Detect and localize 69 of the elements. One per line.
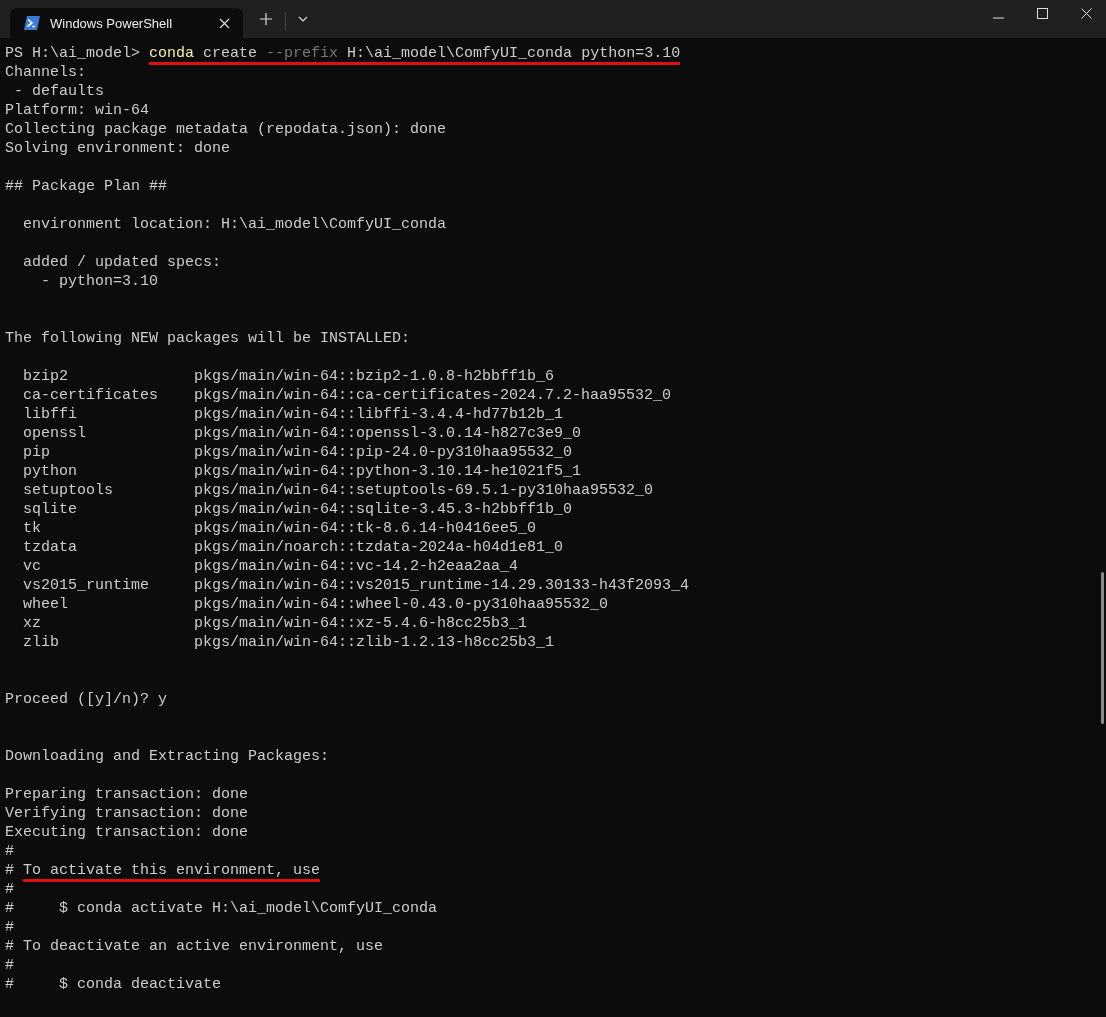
scrollbar-thumb[interactable] [1101, 572, 1104, 724]
terminal-tab[interactable]: Windows PowerShell [10, 8, 243, 38]
output-line: Platform: win-64 [5, 102, 150, 119]
package-name: vs2015_runtime [23, 576, 151, 595]
package-spec: pkgs/main/win-64::zlib-1.2.13-h8cc25b3_1 [194, 634, 555, 651]
package-spec: pkgs/main/win-64::tk-8.6.14-h0416ee5_0 [194, 520, 537, 537]
output-line: Proceed ([y]/n)? y [5, 691, 168, 708]
package-spec: pkgs/main/win-64::libffi-3.4.4-hd77b12b_1 [194, 406, 564, 423]
close-icon[interactable] [219, 17, 230, 29]
package-name: wheel [23, 595, 69, 614]
output-line: # $ conda deactivate [5, 976, 222, 993]
package-spec: pkgs/main/win-64::wheel-0.43.0-py310haa95532_0 [194, 596, 609, 613]
close-icon[interactable] [1081, 8, 1092, 19]
command-name: conda [149, 45, 195, 62]
output-line: added / updated specs: [22, 254, 222, 271]
package-name: sqlite [23, 500, 78, 519]
output-line: # [5, 919, 14, 936]
package-spec: pkgs/main/win-64::vs2015_runtime-14.29.30133-h43f2093_4 [194, 577, 690, 594]
output-line: # [5, 957, 14, 974]
output-line: Downloading and Extracting Packages: [5, 748, 330, 765]
package-name: python [23, 462, 78, 481]
output-line: # [5, 843, 14, 860]
package-name: vc [23, 557, 42, 576]
package-name: tk [23, 519, 42, 538]
output-line: # To deactivate an active environment, use [5, 938, 384, 955]
package-spec: pkgs/main/win-64::pip-24.0-py310haa95532_0 [194, 444, 573, 461]
package-name: setuptools [23, 481, 114, 500]
package-name: pip [23, 443, 51, 462]
output-line: Executing transaction: done [5, 824, 249, 841]
output-line: ## Package Plan ## [5, 178, 168, 195]
package-spec: pkgs/main/win-64::setuptools-69.5.1-py310haa95532_0 [194, 482, 654, 499]
maximize-icon[interactable] [1037, 8, 1048, 19]
package-spec: pkgs/main/win-64::sqlite-3.45.3-h2bbff1b_0 [194, 501, 573, 518]
package-spec: pkgs/main/win-64::python-3.10.14-he1021f5_1 [194, 463, 582, 480]
package-name: xz [23, 614, 42, 633]
output-line: Preparing transaction: done [5, 786, 249, 803]
output-line: The following NEW packages will be INSTALLED: [5, 330, 411, 347]
package-spec: pkgs/main/win-64::vc-14.2-h2eaa2aa_4 [194, 558, 519, 575]
tab-title: Windows PowerShell [50, 15, 174, 31]
package-name: bzip2 [23, 367, 69, 386]
command-argument: create [203, 45, 258, 62]
package-name: libffi [23, 405, 78, 424]
output-line: environment location: H:\ai_model\ComfyUI_conda [22, 216, 447, 233]
package-name: zlib [23, 633, 60, 652]
output-line: To activate this environment, use [23, 862, 321, 882]
plus-icon[interactable] [260, 13, 272, 25]
output-line: Collecting package metadata (repodata.json): done [5, 121, 447, 138]
package-spec: pkgs/main/win-64::xz-5.4.6-h8cc25b3_1 [194, 615, 528, 632]
output-line: Verifying transaction: done [5, 805, 249, 822]
chevron-down-icon[interactable] [298, 16, 308, 22]
package-name: openssl [23, 424, 87, 443]
package-spec: pkgs/main/win-64::openssl-3.0.14-h827c3e9_0 [194, 425, 582, 442]
package-spec: pkgs/main/win-64::ca-certificates-2024.7.2-haa95532_0 [194, 387, 672, 404]
comment-mark: # [5, 862, 14, 879]
command-option-text: --prefix [266, 45, 339, 62]
output-line: - python=3.10 [40, 273, 159, 290]
package-name: ca-certificates [23, 386, 160, 405]
package-name: tzdata [23, 538, 78, 557]
powershell-icon [24, 16, 40, 30]
output-line: # [5, 881, 14, 898]
command-argument: python=3.10 [581, 45, 681, 62]
output-line: Channels: [5, 64, 86, 81]
output-line: Solving environment: done [5, 140, 231, 157]
package-spec: pkgs/main/win-64::bzip2-1.0.8-h2bbff1b_6 [194, 368, 555, 385]
command-argument: H:\ai_model\ComfyUI_conda [347, 45, 573, 62]
shell-prompt: PS H:\ai_model> [5, 45, 142, 62]
output-line: - defaults [13, 83, 105, 100]
output-line: # $ conda activate H:\ai_model\ComfyUI_conda [5, 900, 438, 917]
package-spec: pkgs/main/noarch::tzdata-2024a-h04d1e81_0 [194, 539, 564, 556]
